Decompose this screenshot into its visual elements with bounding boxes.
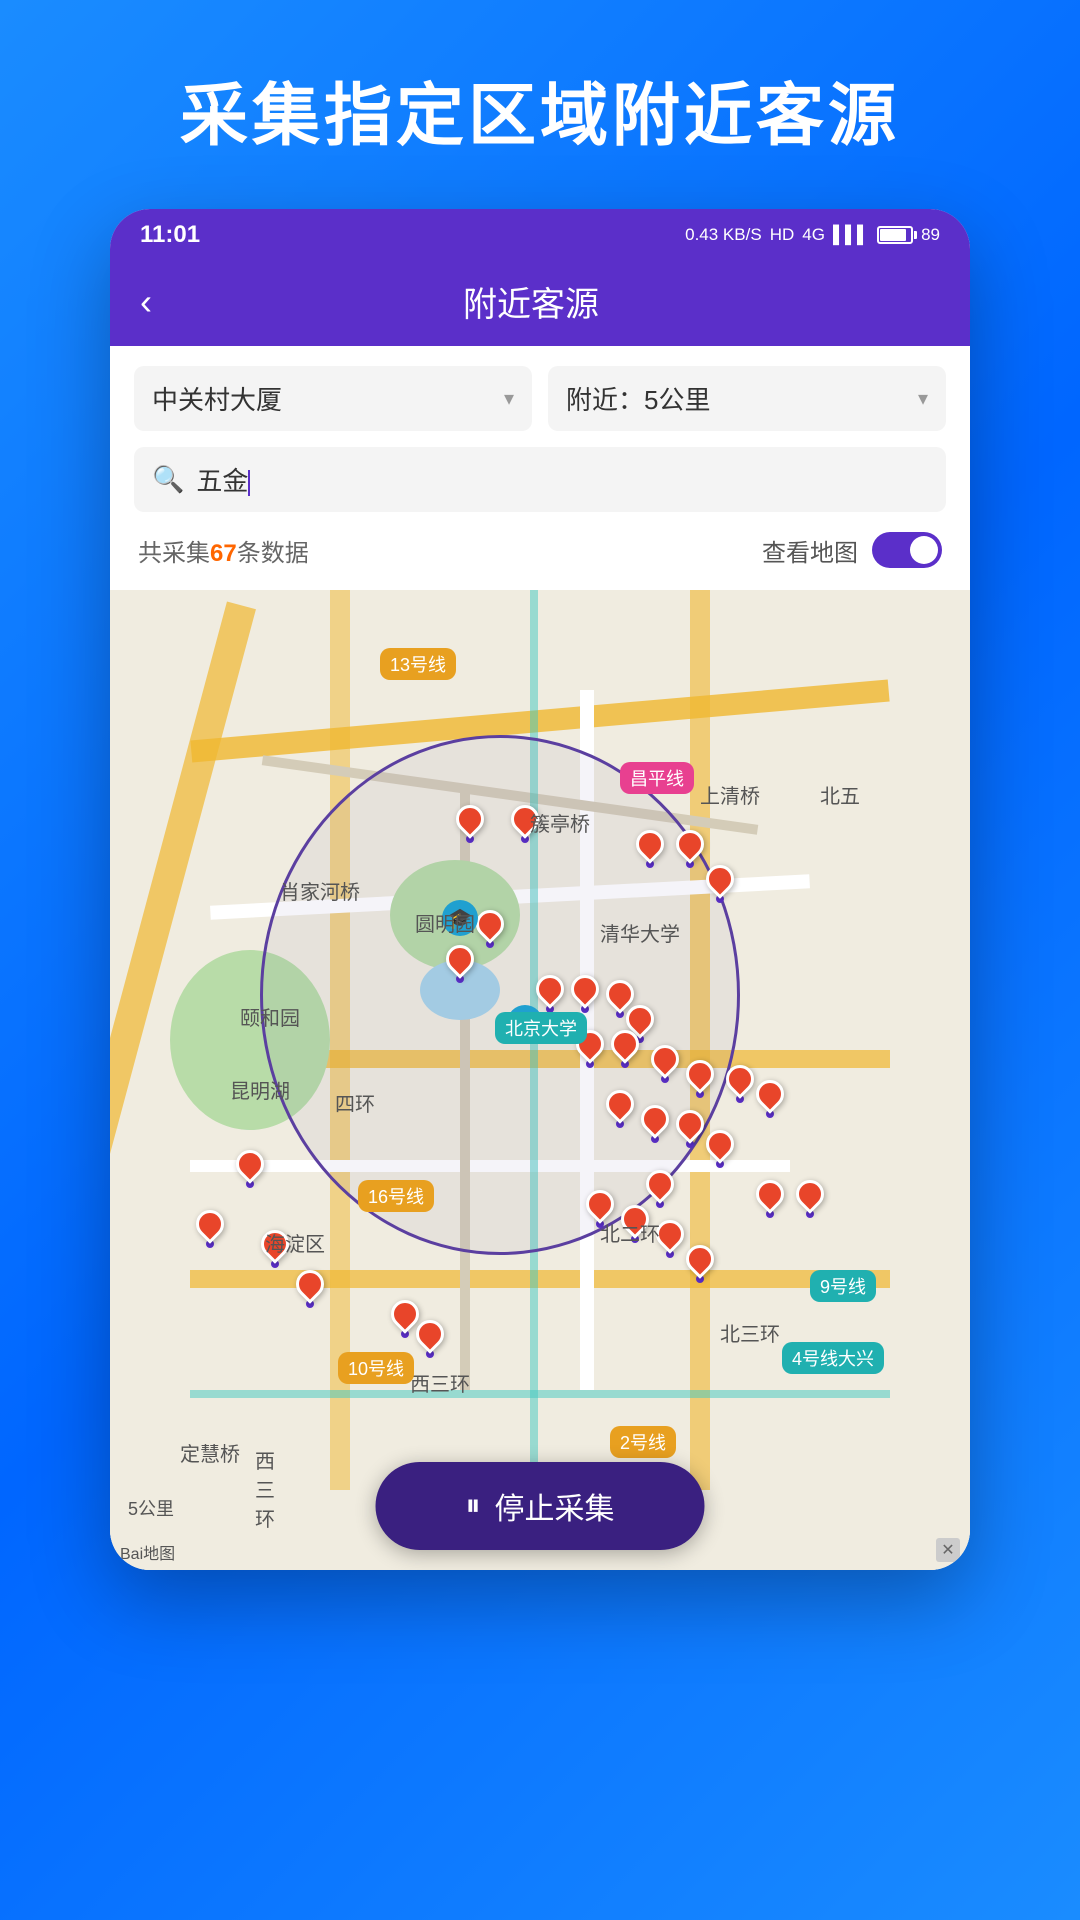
search-input[interactable]: 五金 bbox=[196, 461, 928, 498]
map-label-9line: 9号线 bbox=[810, 1270, 876, 1302]
map-label-dinghui: 定慧桥 bbox=[180, 1438, 240, 1467]
phone-frame: 11:01 0.43 KB/S HD 4G ▌▌▌ 89 ‹ 附近客源 中关村大… bbox=[110, 209, 970, 1570]
map-label-yiheyuan: 颐和园 bbox=[240, 1002, 300, 1031]
stats-suffix: 条数据 bbox=[237, 540, 309, 567]
map-label-qinghua: 清华大学 bbox=[600, 918, 680, 947]
pin-26 bbox=[686, 1245, 714, 1283]
map-label-xiao: 肖家河桥 bbox=[280, 876, 360, 905]
map-label-13line: 13号线 bbox=[380, 648, 456, 680]
pin-34 bbox=[416, 1320, 444, 1358]
pin-8 bbox=[536, 975, 564, 1013]
pin-32 bbox=[296, 1270, 324, 1308]
baidu-logo: Bai地图 bbox=[120, 1540, 175, 1564]
pin-3 bbox=[636, 830, 664, 868]
map-label-5km: 5公里 bbox=[128, 1495, 174, 1521]
distance-dropdown[interactable]: 附近：5公里 ▾ bbox=[548, 366, 946, 431]
search-row: 🔍 五金 bbox=[134, 447, 946, 512]
status-hd: HD bbox=[770, 225, 795, 245]
status-signal: 4G bbox=[802, 225, 825, 245]
map-label-beiwu: 北五 bbox=[820, 780, 860, 809]
map-toggle-row: 查看地图 bbox=[762, 532, 942, 568]
stats-row: 共采集67条数据 查看地图 bbox=[134, 526, 946, 574]
pin-25 bbox=[656, 1220, 684, 1258]
map-label-xisanhuan: 西三环 bbox=[255, 1445, 275, 1532]
map-label-beida: 北京大学 bbox=[495, 1012, 587, 1044]
pin-4 bbox=[676, 830, 704, 868]
pin-14 bbox=[651, 1045, 679, 1083]
pin-20 bbox=[676, 1110, 704, 1148]
road-teal-2 bbox=[190, 1390, 890, 1398]
map-label-sihuan: 四环 bbox=[335, 1088, 375, 1117]
pin-6 bbox=[476, 910, 504, 948]
signal-bars-icon: ▌▌▌ bbox=[833, 225, 869, 245]
map-label-4line: 4号线大兴 bbox=[782, 1342, 884, 1374]
pin-30 bbox=[196, 1210, 224, 1248]
dropdowns-row: 中关村大厦 ▾ 附近：5公里 ▾ bbox=[134, 366, 946, 431]
location-dropdown[interactable]: 中关村大厦 ▾ bbox=[134, 366, 532, 431]
search-icon: 🔍 bbox=[152, 464, 184, 495]
pin-21 bbox=[706, 1130, 734, 1168]
pin-29 bbox=[236, 1150, 264, 1188]
map-view-label: 查看地图 bbox=[762, 533, 858, 568]
pin-17 bbox=[756, 1080, 784, 1118]
pause-icon: ⏸ bbox=[466, 1489, 481, 1523]
stats-prefix: 共采集 bbox=[138, 540, 210, 567]
map-label-shangqing: 上清桥 bbox=[700, 780, 760, 809]
pin-1 bbox=[456, 805, 484, 843]
map-label-bei2huan: 北二环 bbox=[600, 1218, 660, 1247]
distance-dropdown-value: 附近：5公里 bbox=[566, 380, 710, 417]
map-view-toggle[interactable] bbox=[872, 532, 942, 568]
battery-level: 89 bbox=[921, 225, 940, 245]
map-label-changping: 昌平线 bbox=[620, 762, 694, 794]
status-speed: 0.43 KB/S bbox=[685, 225, 762, 245]
back-button[interactable]: ‹ bbox=[140, 281, 152, 323]
stop-label: 停止采集 bbox=[495, 1484, 615, 1528]
stats-text: 共采集67条数据 bbox=[138, 533, 309, 568]
baidu-text: Bai地图 bbox=[120, 1546, 175, 1563]
nav-bar: ‹ 附近客源 bbox=[110, 261, 970, 346]
pin-16 bbox=[726, 1065, 754, 1103]
close-icon[interactable]: ✕ bbox=[936, 1538, 960, 1562]
battery-icon bbox=[877, 226, 913, 244]
map-label-16line: 16号线 bbox=[358, 1180, 434, 1212]
map-label-yuanming: 圆明园 bbox=[415, 908, 475, 937]
controls-area: 中关村大厦 ▾ 附近：5公里 ▾ 🔍 五金 共采集67条数据 查看地图 bbox=[110, 346, 970, 590]
pin-27 bbox=[756, 1180, 784, 1218]
page-title: 采集指定区域附近客源 bbox=[180, 60, 900, 159]
pin-28 bbox=[796, 1180, 824, 1218]
nav-title: 附近客源 bbox=[172, 277, 890, 326]
search-value: 五金 bbox=[196, 466, 248, 496]
pin-15 bbox=[686, 1060, 714, 1098]
map-label-haidian: 海淀区 bbox=[265, 1228, 325, 1257]
map-label-jianqiao: 簇亭桥 bbox=[530, 808, 590, 837]
map-area: 🎓 🎓 13号线 昌平线 上清桥 北五 簇亭桥 肖家河桥 圆明园 清华大学 颐和… bbox=[110, 590, 970, 1570]
chevron-down-icon: ▾ bbox=[504, 386, 514, 411]
status-icons: 0.43 KB/S HD 4G ▌▌▌ 89 bbox=[685, 225, 940, 245]
pin-9 bbox=[571, 975, 599, 1013]
pin-18 bbox=[606, 1090, 634, 1128]
map-label-bei3huan: 北三环 bbox=[720, 1318, 780, 1347]
map-label-10line: 10号线 bbox=[338, 1352, 414, 1384]
pin-13 bbox=[611, 1030, 639, 1068]
chevron-down-icon: ▾ bbox=[918, 386, 928, 411]
status-bar: 11:01 0.43 KB/S HD 4G ▌▌▌ 89 bbox=[110, 209, 970, 261]
pin-22 bbox=[646, 1170, 674, 1208]
pin-5 bbox=[706, 865, 734, 903]
pin-7 bbox=[446, 945, 474, 983]
stats-count: 67 bbox=[210, 540, 237, 567]
location-dropdown-value: 中关村大厦 bbox=[152, 380, 282, 417]
pin-19 bbox=[641, 1105, 669, 1143]
map-label-xi3huan: 西三环 bbox=[410, 1368, 470, 1397]
status-time: 11:01 bbox=[140, 221, 200, 249]
map-label-2line: 2号线 bbox=[610, 1426, 676, 1458]
map-label-kunming: 昆明湖 bbox=[230, 1075, 290, 1104]
stop-collect-button[interactable]: ⏸ 停止采集 bbox=[376, 1462, 705, 1550]
